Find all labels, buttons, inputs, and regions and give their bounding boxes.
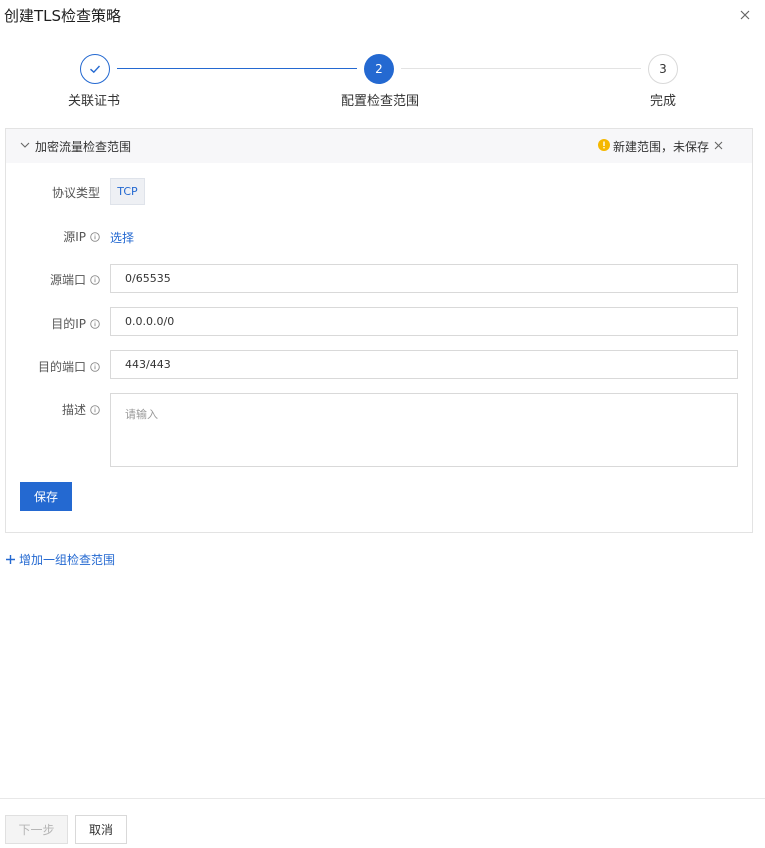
step-3-label: 完成 — [650, 94, 677, 109]
dest-port-input[interactable]: 443/443 — [110, 350, 738, 379]
step-2-label: 配置检查范围 — [341, 94, 420, 109]
delete-scope-icon[interactable] — [713, 140, 724, 151]
source-port-label: 源端口 — [10, 271, 100, 288]
dest-ip-input[interactable]: 0.0.0.0/0 — [110, 307, 738, 336]
step-connector-pending — [401, 68, 641, 69]
close-icon[interactable] — [736, 6, 754, 24]
warning-icon — [598, 139, 610, 151]
next-step-button[interactable]: 下一步 — [5, 815, 68, 844]
protocol-tag: TCP — [110, 178, 145, 205]
protocol-label: 协议类型 — [51, 186, 100, 200]
info-icon[interactable] — [90, 362, 100, 372]
info-icon[interactable] — [90, 232, 100, 242]
description-label: 描述 — [10, 401, 100, 418]
add-scope-group-button[interactable]: 增加一组检查范围 — [5, 551, 115, 568]
panel-title: 加密流量检查范围 — [35, 140, 132, 154]
dest-ip-label: 目的IP — [10, 315, 100, 332]
step-2-circle: 2 — [364, 54, 394, 84]
panel-header[interactable]: 加密流量检查范围 新建范围，未保存 — [6, 129, 752, 163]
check-icon — [90, 65, 101, 74]
footer-divider — [0, 798, 765, 799]
step-1-label: 关联证书 — [68, 94, 121, 109]
chevron-down-icon[interactable] — [19, 139, 31, 151]
save-button[interactable]: 保存 — [20, 482, 72, 511]
scope-panel: 加密流量检查范围 新建范围，未保存 协议类型 TCP 源IP 选择 源端口 0/… — [5, 128, 753, 533]
info-icon[interactable] — [90, 405, 100, 415]
step-connector-done — [117, 68, 357, 69]
source-ip-label: 源IP — [10, 228, 100, 245]
step-1-circle — [80, 54, 110, 84]
dest-port-label: 目的端口 — [10, 358, 100, 375]
description-textarea[interactable]: 请输入 — [110, 393, 738, 467]
plus-icon — [6, 555, 15, 564]
dialog-title: 创建TLS检查策略 — [4, 7, 122, 25]
source-port-input[interactable]: 0/65535 — [110, 264, 738, 293]
info-icon[interactable] — [90, 275, 100, 285]
add-scope-group-label: 增加一组检查范围 — [19, 553, 116, 567]
cancel-button[interactable]: 取消 — [75, 815, 127, 844]
stepper: 2 3 关联证书 配置检查范围 完成 — [0, 52, 765, 112]
info-icon[interactable] — [90, 319, 100, 329]
step-3-circle: 3 — [648, 54, 678, 84]
unsaved-warning: 新建范围，未保存 — [613, 140, 710, 154]
select-source-ip-link[interactable]: 选择 — [110, 229, 134, 246]
